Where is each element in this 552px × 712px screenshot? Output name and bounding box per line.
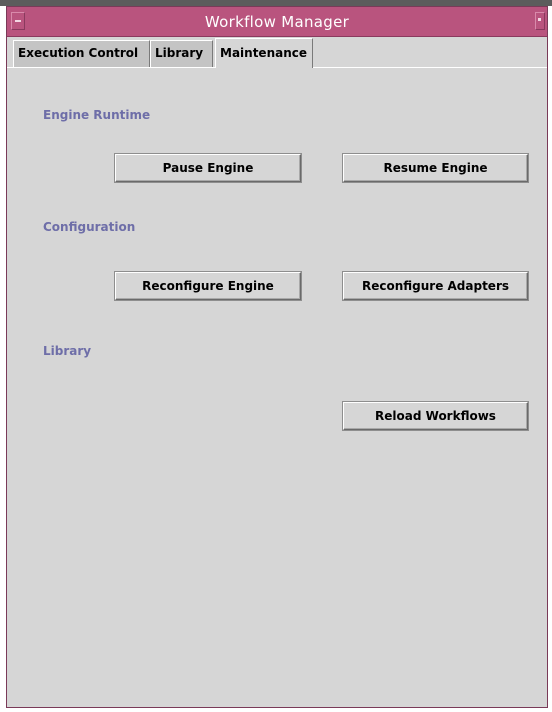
reconfigure-adapters-button[interactable]: Reconfigure Adapters <box>343 272 528 300</box>
tab-maintenance[interactable]: Maintenance <box>215 38 313 69</box>
window-title: Workflow Manager <box>204 13 350 31</box>
reconfigure-engine-button[interactable]: Reconfigure Engine <box>115 272 301 300</box>
reload-workflows-button[interactable]: Reload Workflows <box>343 402 528 430</box>
tab-library[interactable]: Library <box>150 40 213 67</box>
resume-engine-button[interactable]: Resume Engine <box>343 154 528 182</box>
configuration-heading: Configuration <box>43 220 136 234</box>
tab-bar: Execution Control Library Maintenance <box>7 37 547 69</box>
tab-execution-control[interactable]: Execution Control <box>13 40 150 67</box>
maximize-icon[interactable] <box>535 12 545 30</box>
workflow-manager-window: Workflow Manager Execution Control Libra… <box>6 6 548 708</box>
engine-runtime-heading: Engine Runtime <box>43 108 151 122</box>
maintenance-panel: Engine Runtime Pause Engine Resume Engin… <box>7 68 547 707</box>
library-heading: Library <box>43 344 92 358</box>
title-bar[interactable]: Workflow Manager <box>7 7 547 37</box>
pause-engine-button[interactable]: Pause Engine <box>115 154 301 182</box>
